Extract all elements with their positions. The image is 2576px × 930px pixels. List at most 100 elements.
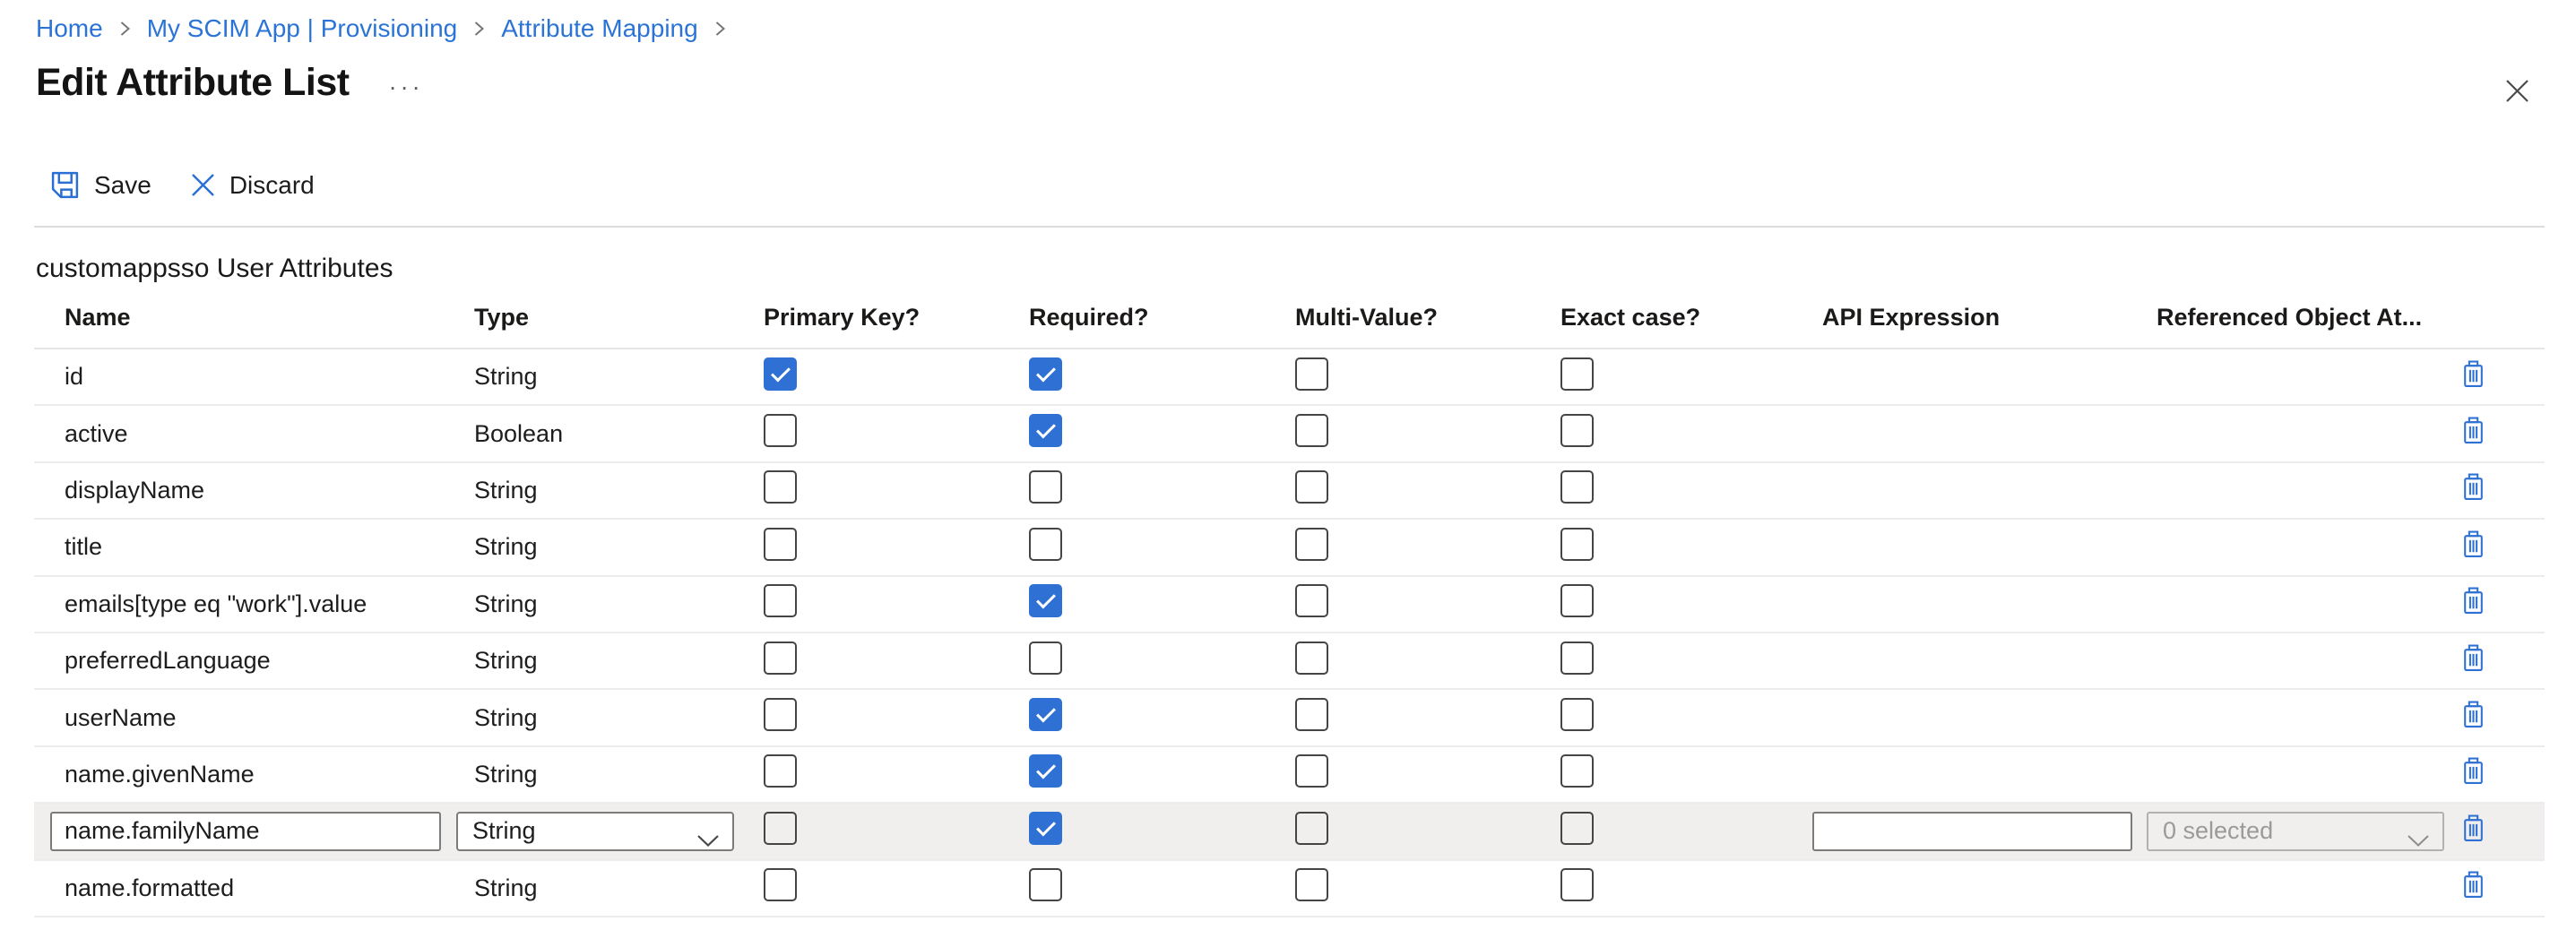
exact-case-checkbox[interactable] xyxy=(1560,812,1594,845)
required-checkbox[interactable] xyxy=(1029,584,1062,617)
primary-key-checkbox[interactable] xyxy=(764,470,797,504)
attribute-name: name.formatted xyxy=(34,874,456,902)
trash-icon xyxy=(2461,871,2485,901)
multi-value-checkbox[interactable] xyxy=(1295,754,1328,788)
column-header-exact-case: Exact case? xyxy=(1554,303,1809,348)
delete-attribute-button[interactable] xyxy=(2461,757,2485,788)
required-checkbox[interactable] xyxy=(1029,642,1062,675)
exact-case-checkbox[interactable] xyxy=(1560,642,1594,675)
primary-key-checkbox[interactable] xyxy=(764,414,797,447)
column-header-actions xyxy=(2455,303,2545,348)
trash-icon xyxy=(2461,587,2485,617)
multi-value-checkbox[interactable] xyxy=(1295,812,1328,845)
delete-attribute-button[interactable] xyxy=(2461,587,2485,617)
required-checkbox[interactable] xyxy=(1029,812,1062,845)
attribute-type: String xyxy=(456,761,757,788)
page-title: Edit Attribute List xyxy=(36,61,350,105)
discard-button[interactable]: Discard xyxy=(191,171,315,200)
exact-case-checkbox[interactable] xyxy=(1560,584,1594,617)
multi-value-checkbox[interactable] xyxy=(1295,698,1328,731)
attribute-name: active xyxy=(34,420,456,448)
api-expression-input[interactable] xyxy=(1812,812,2132,851)
table-row-editing: String 0 selected xyxy=(34,804,2545,860)
required-checkbox[interactable] xyxy=(1029,470,1062,504)
trash-icon xyxy=(2461,530,2485,561)
close-button[interactable] xyxy=(2503,79,2530,106)
attribute-table: id String active Boolean displayName Str… xyxy=(34,349,2545,917)
chevron-right-icon xyxy=(119,18,131,39)
exact-case-checkbox[interactable] xyxy=(1560,470,1594,504)
delete-attribute-button[interactable] xyxy=(2461,530,2485,561)
exact-case-checkbox[interactable] xyxy=(1560,698,1594,731)
save-button[interactable]: Save xyxy=(50,170,151,200)
more-commands-button[interactable]: ··· xyxy=(389,75,424,99)
primary-key-checkbox[interactable] xyxy=(764,357,797,391)
multi-value-checkbox[interactable] xyxy=(1295,470,1328,504)
trash-icon xyxy=(2461,644,2485,675)
primary-key-checkbox[interactable] xyxy=(764,584,797,617)
required-checkbox[interactable] xyxy=(1029,528,1062,561)
attribute-name: emails[type eq "work"].value xyxy=(34,590,456,618)
close-icon xyxy=(2505,79,2529,106)
exact-case-checkbox[interactable] xyxy=(1560,528,1594,561)
table-row: active Boolean xyxy=(34,406,2545,462)
primary-key-checkbox[interactable] xyxy=(764,642,797,675)
attribute-name: name.givenName xyxy=(34,761,456,788)
column-header-multi-value: Multi-Value? xyxy=(1289,303,1554,348)
delete-attribute-button[interactable] xyxy=(2461,701,2485,731)
attribute-name: userName xyxy=(34,704,456,732)
required-checkbox[interactable] xyxy=(1029,698,1062,731)
delete-attribute-button[interactable] xyxy=(2461,644,2485,675)
exact-case-checkbox[interactable] xyxy=(1560,754,1594,788)
primary-key-checkbox[interactable] xyxy=(764,698,797,731)
table-row: name.givenName String xyxy=(34,747,2545,804)
breadcrumb: Home My SCIM App | Provisioning Attribut… xyxy=(36,14,742,43)
attribute-name-input[interactable] xyxy=(50,812,441,851)
table-row: title String xyxy=(34,520,2545,576)
breadcrumb-link-provisioning[interactable]: My SCIM App | Provisioning xyxy=(147,14,458,43)
command-bar: Save Discard xyxy=(50,170,315,200)
delete-attribute-button[interactable] xyxy=(2461,360,2485,391)
delete-attribute-button[interactable] xyxy=(2461,871,2485,901)
attribute-type: String xyxy=(456,590,757,618)
title-row: Edit Attribute List ··· xyxy=(36,61,424,105)
primary-key-checkbox[interactable] xyxy=(764,812,797,845)
attribute-name: id xyxy=(34,363,456,391)
multi-value-checkbox[interactable] xyxy=(1295,414,1328,447)
breadcrumb-link-home[interactable]: Home xyxy=(36,14,103,43)
attribute-type: String xyxy=(456,874,757,902)
trash-icon xyxy=(2461,417,2485,447)
table-row: userName String xyxy=(34,690,2545,746)
delete-attribute-button[interactable] xyxy=(2461,417,2485,447)
referenced-object-value: 0 selected xyxy=(2163,817,2273,845)
referenced-object-select[interactable]: 0 selected xyxy=(2147,812,2444,851)
edit-attribute-list-blade: Home My SCIM App | Provisioning Attribut… xyxy=(0,0,2576,930)
exact-case-checkbox[interactable] xyxy=(1560,868,1594,901)
attribute-type: String xyxy=(456,477,757,504)
breadcrumb-link-attribute-mapping[interactable]: Attribute Mapping xyxy=(501,14,697,43)
table-row: preferredLanguage String xyxy=(34,633,2545,690)
primary-key-checkbox[interactable] xyxy=(764,754,797,788)
multi-value-checkbox[interactable] xyxy=(1295,868,1328,901)
column-header-api-expression: API Expression xyxy=(1809,303,2145,348)
multi-value-checkbox[interactable] xyxy=(1295,357,1328,391)
primary-key-checkbox[interactable] xyxy=(764,528,797,561)
required-checkbox[interactable] xyxy=(1029,754,1062,788)
exact-case-checkbox[interactable] xyxy=(1560,357,1594,391)
type-select[interactable]: String xyxy=(456,812,734,851)
exact-case-checkbox[interactable] xyxy=(1560,414,1594,447)
required-checkbox[interactable] xyxy=(1029,414,1062,447)
primary-key-checkbox[interactable] xyxy=(764,868,797,901)
multi-value-checkbox[interactable] xyxy=(1295,584,1328,617)
delete-attribute-button[interactable] xyxy=(2461,814,2485,845)
multi-value-checkbox[interactable] xyxy=(1295,642,1328,675)
chevron-down-icon xyxy=(696,826,720,854)
required-checkbox[interactable] xyxy=(1029,357,1062,391)
table-header-row: Name Type Primary Key? Required? Multi-V… xyxy=(34,303,2545,349)
multi-value-checkbox[interactable] xyxy=(1295,528,1328,561)
table-row: displayName String xyxy=(34,463,2545,520)
delete-attribute-button[interactable] xyxy=(2461,473,2485,504)
type-select-value: String xyxy=(472,817,536,845)
trash-icon xyxy=(2461,757,2485,788)
required-checkbox[interactable] xyxy=(1029,868,1062,901)
